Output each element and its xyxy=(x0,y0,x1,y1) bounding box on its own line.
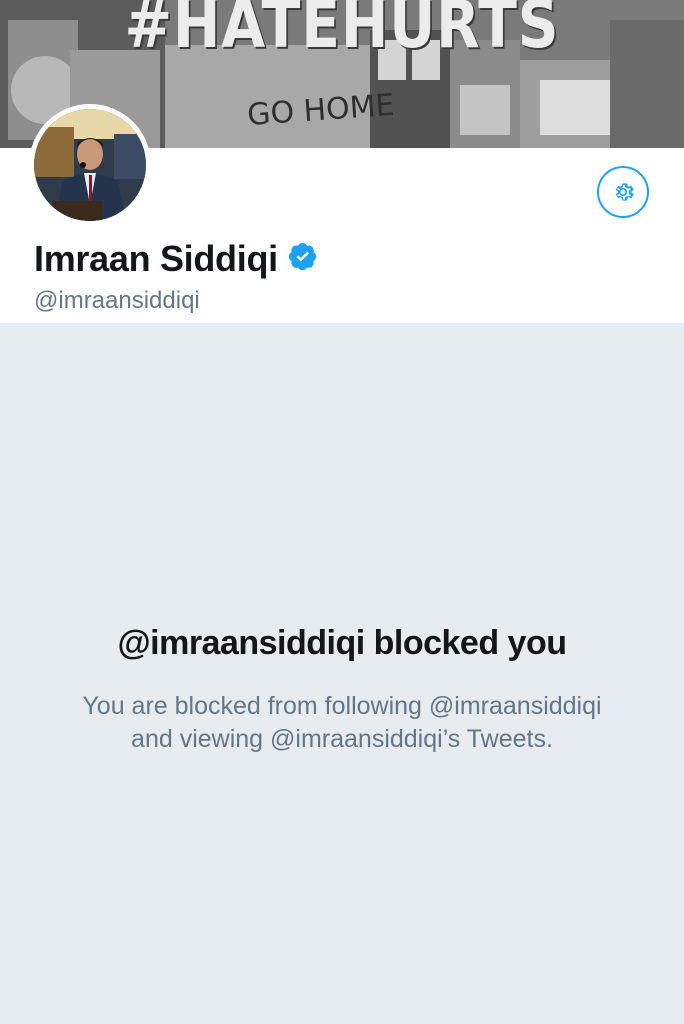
blocked-description: You are blocked from following @imraansi… xyxy=(40,690,644,756)
display-name: Imraan Siddiqi xyxy=(34,238,278,279)
profile-handle: @imraansiddiqi xyxy=(34,287,200,314)
blocked-description-line-1: You are blocked from following @imraansi… xyxy=(82,692,602,720)
gear-icon xyxy=(615,183,634,201)
blocked-description-line-2: and viewing @imraansiddiqi’s Tweets. xyxy=(131,725,553,753)
blocked-title: @imraansiddiqi blocked you xyxy=(117,624,567,662)
profile-name-row: Imraan Siddiqi xyxy=(34,238,318,280)
settings-button[interactable] xyxy=(597,166,649,218)
banner-hashtag: #HATEHURTS xyxy=(124,0,560,63)
verified-badge-icon xyxy=(288,238,318,280)
avatar[interactable] xyxy=(29,104,151,226)
avatar-photo xyxy=(34,109,146,221)
